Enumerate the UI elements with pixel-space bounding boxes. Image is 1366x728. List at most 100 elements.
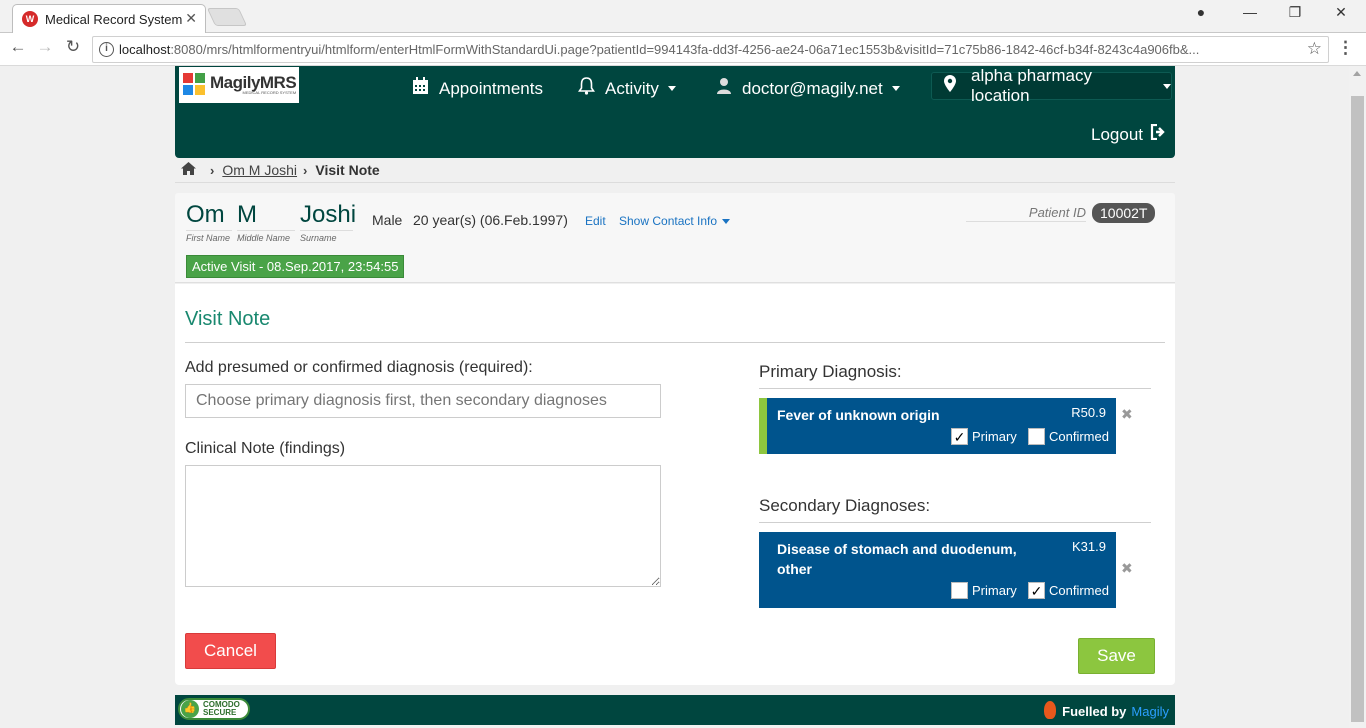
minimize-button[interactable]: —: [1236, 4, 1264, 20]
nav-user-menu[interactable]: doctor@magily.net: [716, 77, 900, 100]
primary-checkbox-label: Primary: [972, 583, 1017, 598]
app-footer: 👍 COMODO SECURE Fuelled by Magily: [175, 695, 1175, 725]
comodo-secure-badge[interactable]: 👍 COMODO SECURE: [178, 698, 250, 720]
breadcrumb-separator-icon: ›: [303, 162, 308, 178]
secure-badge-text: COMODO SECURE: [203, 701, 240, 717]
location-selector[interactable]: alpha pharmacy location: [931, 66, 1172, 105]
user-icon: [716, 77, 732, 100]
primary-checkbox[interactable]: Primary: [951, 582, 1017, 599]
logout-label: Logout: [1091, 124, 1143, 144]
scroll-thumb[interactable]: [1351, 96, 1364, 722]
primary-checkbox-label: Primary: [972, 429, 1017, 444]
magily-link[interactable]: Magily: [1131, 704, 1169, 719]
primary-diagnosis-card[interactable]: Fever of unknown origin R50.9 ✓ Primary …: [759, 398, 1116, 454]
show-contact-info-label: Show Contact Info: [619, 214, 718, 228]
checkbox-box[interactable]: ✓: [951, 428, 968, 445]
chevron-down-icon: [891, 86, 900, 91]
patient-gender: Male: [372, 212, 403, 228]
app-logo[interactable]: MagilyMRS MEDICAL RECORD SYSTEM: [179, 67, 299, 103]
sign-out-icon: [1150, 123, 1167, 145]
patient-age: 20 year(s) (06.Feb.1997): [413, 212, 568, 228]
back-button[interactable]: ←: [6, 37, 30, 57]
secondary-diagnosis-card[interactable]: Disease of stomach and duodenum, other K…: [759, 532, 1116, 608]
browser-tab[interactable]: W Medical Record System ✕: [12, 4, 206, 34]
diagnosis-code: R50.9: [1071, 405, 1106, 420]
patient-id-label: Patient ID: [966, 205, 1086, 222]
scroll-up-arrow-icon[interactable]: [1353, 71, 1361, 76]
patient-header: Om M Joshi First Name Middle Name Surnam…: [175, 193, 1175, 283]
home-icon[interactable]: [181, 162, 196, 178]
thumbs-up-icon: 👍: [181, 700, 199, 718]
surname-label: Surname: [300, 230, 353, 243]
save-button[interactable]: Save: [1078, 638, 1155, 674]
cancel-button[interactable]: Cancel: [185, 633, 276, 669]
middle-name-label: Middle Name: [237, 230, 295, 243]
form-title: Visit Note: [185, 308, 271, 330]
diagnosis-label: Add presumed or confirmed diagnosis (req…: [185, 359, 533, 376]
logo-text: MagilyMRS: [210, 72, 297, 92]
logout-link[interactable]: Logout: [1091, 123, 1167, 145]
edit-patient-link[interactable]: Edit: [585, 214, 606, 228]
primary-diagnosis-heading: Primary Diagnosis:: [759, 362, 1151, 389]
tab-favicon-icon: W: [22, 11, 38, 27]
diagnosis-code: K31.9: [1072, 539, 1106, 554]
form-divider: [185, 342, 1165, 343]
diagnosis-name: Disease of stomach and duodenum, other: [777, 541, 1017, 577]
patient-first-name: Om: [186, 201, 225, 228]
tab-title: Medical Record System: [45, 12, 183, 27]
checkbox-box[interactable]: ✓: [1028, 582, 1045, 599]
confirmed-checkbox-label: Confirmed: [1049, 429, 1109, 444]
breadcrumb-patient-link[interactable]: Om M Joshi: [222, 162, 297, 178]
clinical-note-textarea[interactable]: [185, 465, 661, 587]
new-tab-button[interactable]: [206, 8, 248, 26]
forward-button[interactable]: →: [33, 37, 57, 57]
url-input[interactable]: i localhost:8080/mrs/htmlformentryui/htm…: [92, 36, 1329, 63]
profile-icon[interactable]: ●: [1187, 4, 1215, 20]
browser-menu-icon[interactable]: ⋮: [1337, 38, 1354, 58]
url-text: localhost:8080/mrs/htmlformentryui/htmlf…: [119, 42, 1299, 57]
patient-surname: Joshi: [300, 201, 357, 228]
show-contact-info-link[interactable]: Show Contact Info: [619, 214, 731, 228]
nav-activity[interactable]: Activity: [578, 77, 676, 100]
confirmed-checkbox[interactable]: ✓ Confirmed: [1028, 582, 1109, 599]
calendar-icon: [412, 77, 429, 100]
fuelled-by-label: Fuelled by: [1062, 703, 1127, 719]
chevron-down-icon: [1163, 83, 1171, 89]
nav-appointments[interactable]: Appointments: [412, 77, 543, 100]
primary-checkbox[interactable]: ✓ Primary: [951, 428, 1017, 445]
secure-badge-line2: SECURE: [203, 708, 237, 717]
first-name-label: First Name: [186, 230, 232, 243]
active-visit-badge[interactable]: Active Visit - 08.Sep.2017, 23:54:55: [186, 255, 405, 278]
url-path: :8080/mrs/htmlformentryui/htmlform/enter…: [170, 42, 1200, 57]
app-header: MagilyMRS MEDICAL RECORD SYSTEM Appointm…: [175, 66, 1175, 158]
remove-secondary-diagnosis-close-icon[interactable]: ✖: [1121, 560, 1133, 577]
nav-activity-label: Activity: [605, 78, 659, 98]
bookmark-star-icon[interactable]: ☆: [1307, 39, 1322, 59]
location-label: alpha pharmacy location: [971, 66, 1092, 105]
patient-id-badge: 10002T: [1092, 203, 1156, 223]
remove-primary-diagnosis-close-icon[interactable]: ✖: [1121, 406, 1133, 423]
breadcrumb-current: Visit Note: [315, 162, 380, 178]
page-scrollbar[interactable]: [1349, 66, 1366, 728]
bell-icon: [578, 77, 595, 100]
diagnosis-name: Fever of unknown origin: [777, 407, 940, 423]
visit-note-form: Visit Note Add presumed or confirmed dia…: [175, 284, 1175, 685]
fuelled-by: Fuelled by Magily: [1044, 701, 1169, 720]
chevron-down-icon: [667, 86, 676, 91]
reload-button[interactable]: ↻: [61, 37, 85, 57]
logo-mark-icon: [183, 73, 207, 97]
browser-tab-bar: W Medical Record System ✕ ● — ❐ ✕: [0, 0, 1366, 34]
close-window-button[interactable]: ✕: [1327, 4, 1355, 21]
confirmed-checkbox[interactable]: Confirmed: [1028, 428, 1109, 445]
nav-appointments-label: Appointments: [439, 78, 543, 98]
checkbox-box[interactable]: [951, 582, 968, 599]
breadcrumb-separator-icon: ›: [210, 162, 215, 178]
map-marker-icon: [944, 75, 956, 97]
info-icon[interactable]: i: [99, 42, 114, 57]
chevron-down-icon: [722, 218, 731, 224]
secondary-diagnoses-heading: Secondary Diagnoses:: [759, 496, 1151, 523]
tab-close-icon[interactable]: ✕: [185, 10, 197, 27]
checkbox-box[interactable]: [1028, 428, 1045, 445]
diagnosis-search-input[interactable]: [185, 384, 661, 418]
restore-button[interactable]: ❐: [1281, 4, 1309, 21]
